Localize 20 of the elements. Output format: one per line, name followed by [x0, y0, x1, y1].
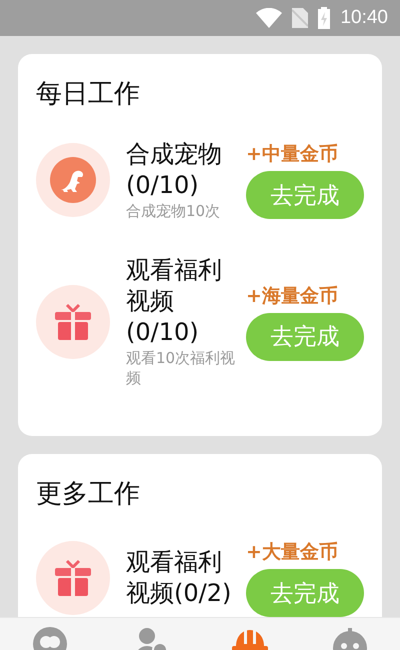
battery-charging-icon [318, 7, 330, 29]
wifi-icon [256, 8, 282, 28]
gift-icon [53, 302, 93, 340]
section-title: 更多工作 [36, 478, 141, 511]
task-title: 观看福利视频(0/10) [126, 255, 223, 348]
dinosaur-icon [49, 156, 97, 204]
gift-icon [53, 559, 93, 597]
task-title: 合成宠物(0/10) [126, 139, 223, 201]
no-sim-icon [292, 8, 308, 28]
task-description: 合成宠物10次 [126, 201, 222, 221]
task-description: 观看10次福利视频 [126, 348, 236, 388]
section-title: 每日工作 [36, 78, 141, 111]
task-reward: +海量金币 [246, 284, 338, 308]
complete-button[interactable]: 去完成 [246, 569, 364, 617]
complete-button[interactable]: 去完成 [246, 171, 364, 219]
task-reward: +大量金币 [246, 540, 338, 565]
status-time: 10:40 [340, 7, 388, 29]
task-reward: +中量金币 [246, 142, 338, 167]
task-title: 观看福利视频(0/2) [126, 547, 232, 609]
complete-button[interactable]: 去完成 [246, 312, 364, 360]
